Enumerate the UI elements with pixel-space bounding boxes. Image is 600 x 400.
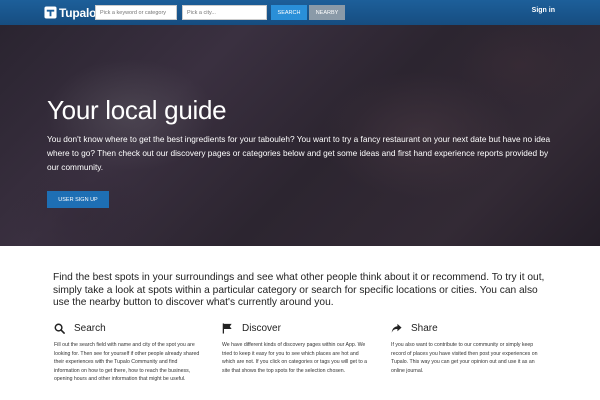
search-button[interactable]: SEARCH [271,5,307,20]
feature-discover: Discover We have different kinds of disc… [222,321,372,375]
feature-title: Search [74,322,106,334]
tupalo-logo-icon [44,6,57,19]
keyword-search-input[interactable] [95,5,177,20]
nearby-button[interactable]: NEARBY [309,5,345,20]
intro-text: Find the best spots in your surroundings… [53,272,545,308]
feature-search: Search Fill out the search field with na… [54,321,204,384]
feature-title: Discover [242,322,281,334]
city-input[interactable] [182,5,267,20]
feature-discover-header: Discover [222,321,372,335]
top-navbar: Tupalo SEARCH NEARBY Sign in [0,0,600,25]
sign-in-link[interactable]: Sign in [532,7,555,14]
hero-title: Your local guide [47,95,227,125]
hero-description: You don't know where to get the best ing… [47,134,551,172]
feature-description: We have different kinds of discovery pag… [222,342,368,374]
hero-banner: Your local guide You don't know where to… [0,25,600,246]
feature-share: Share If you also want to contribute to … [391,321,541,375]
brand-name: Tupalo [59,5,97,20]
feature-description: If you also want to contribute to our co… [391,342,538,374]
feature-search-header: Search [54,321,204,335]
search-icon [54,323,65,334]
brand-logo[interactable]: Tupalo [44,0,96,25]
share-arrow-icon [391,323,402,333]
feature-description: Fill out the search field with name and … [54,342,200,383]
user-sign-up-button[interactable]: USER SIGN UP [47,191,109,208]
flag-icon [222,322,232,334]
feature-title: Share [411,322,438,334]
feature-share-header: Share [391,321,541,335]
